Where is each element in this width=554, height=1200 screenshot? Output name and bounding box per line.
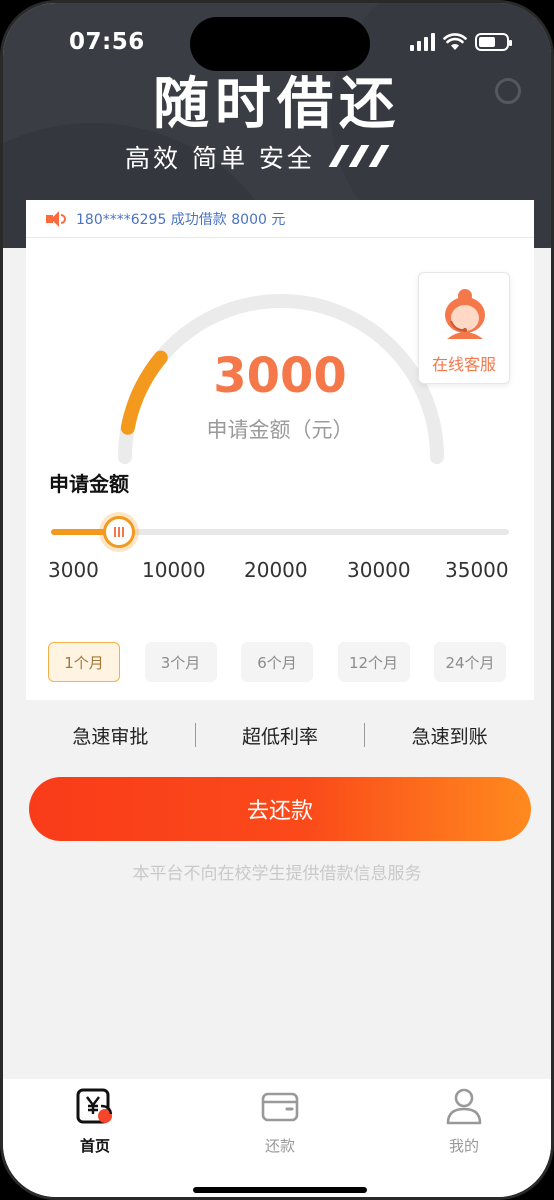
tick-label: 30000 [347, 558, 411, 582]
hero-subtitle: 高效 简单 安全 [125, 144, 315, 173]
tab-mine-label: 我的 [448, 1137, 479, 1155]
tick-label: 35000 [445, 558, 509, 582]
cellular-signal-icon [410, 33, 435, 51]
online-service-label: 在线客服 [431, 355, 496, 374]
period-option-24-months[interactable]: 24个月 [434, 642, 506, 682]
tick-label: 3000 [48, 558, 99, 582]
home-indicator [193, 1187, 367, 1193]
slash-decoration [328, 145, 390, 167]
tab-repay-label: 还款 [264, 1137, 295, 1155]
period-option-1-month[interactable]: 1个月 [48, 642, 120, 682]
battery-icon [475, 33, 512, 51]
period-option-12-months[interactable]: 12个月 [337, 642, 410, 682]
notice-bar: 180****6295 成功借款 8000 元 [26, 200, 534, 238]
wifi-icon [443, 33, 467, 50]
status-time: 07:56 [69, 29, 145, 55]
customer-service-icon [445, 289, 485, 339]
user-icon [445, 1087, 483, 1125]
slider-ticks: 3000 10000 20000 30000 35000 [26, 558, 534, 584]
tab-mine[interactable]: 我的 [414, 1087, 514, 1167]
feature-fast-arrival: 急速到账 [411, 725, 488, 748]
speaker-icon [46, 210, 66, 227]
amount-label: 申请金额（元） [206, 418, 354, 442]
tab-home-label: 首页 [79, 1137, 110, 1155]
loan-card: 180****6295 成功借款 8000 元 3000 申请金额（元） 在线客… [26, 200, 534, 700]
tab-repay[interactable]: 还款 [230, 1087, 330, 1167]
phone-screen: 随时借还 高效 简单 安全 07:56 180****6295 成功借款 800… [0, 0, 554, 1200]
feature-low-rate: 超低利率 [242, 725, 319, 748]
card-icon [261, 1087, 299, 1125]
tab-home[interactable]: 首页 [45, 1087, 145, 1167]
period-selector: 1个月 3个月 6个月 12个月 24个月 [48, 642, 506, 684]
tick-label: 20000 [244, 558, 308, 582]
dynamic-island [190, 17, 370, 71]
period-option-6-months[interactable]: 6个月 [241, 642, 313, 682]
online-service-button[interactable]: 在线客服 [418, 272, 510, 384]
status-bar: 07:56 [3, 3, 551, 83]
feature-fast-approval: 急速审批 [72, 725, 149, 748]
amount-slider[interactable] [51, 516, 509, 548]
notice-text: 180****6295 成功借款 8000 元 [76, 211, 286, 228]
tick-label: 10000 [142, 558, 206, 582]
period-option-3-months[interactable]: 3个月 [144, 642, 217, 682]
feature-row: 急速审批 超低利率 急速到账 [26, 711, 534, 759]
bottom-tab-bar: 首页 还款 我的 [3, 1079, 551, 1197]
slider-thumb[interactable] [102, 516, 135, 548]
amount-section-title: 申请金额 [49, 472, 129, 496]
disclaimer-text: 本平台不向在校学生提供借款信息服务 [132, 864, 422, 884]
yen-wallet-icon [76, 1087, 114, 1125]
repay-button[interactable]: 去还款 [29, 777, 531, 841]
